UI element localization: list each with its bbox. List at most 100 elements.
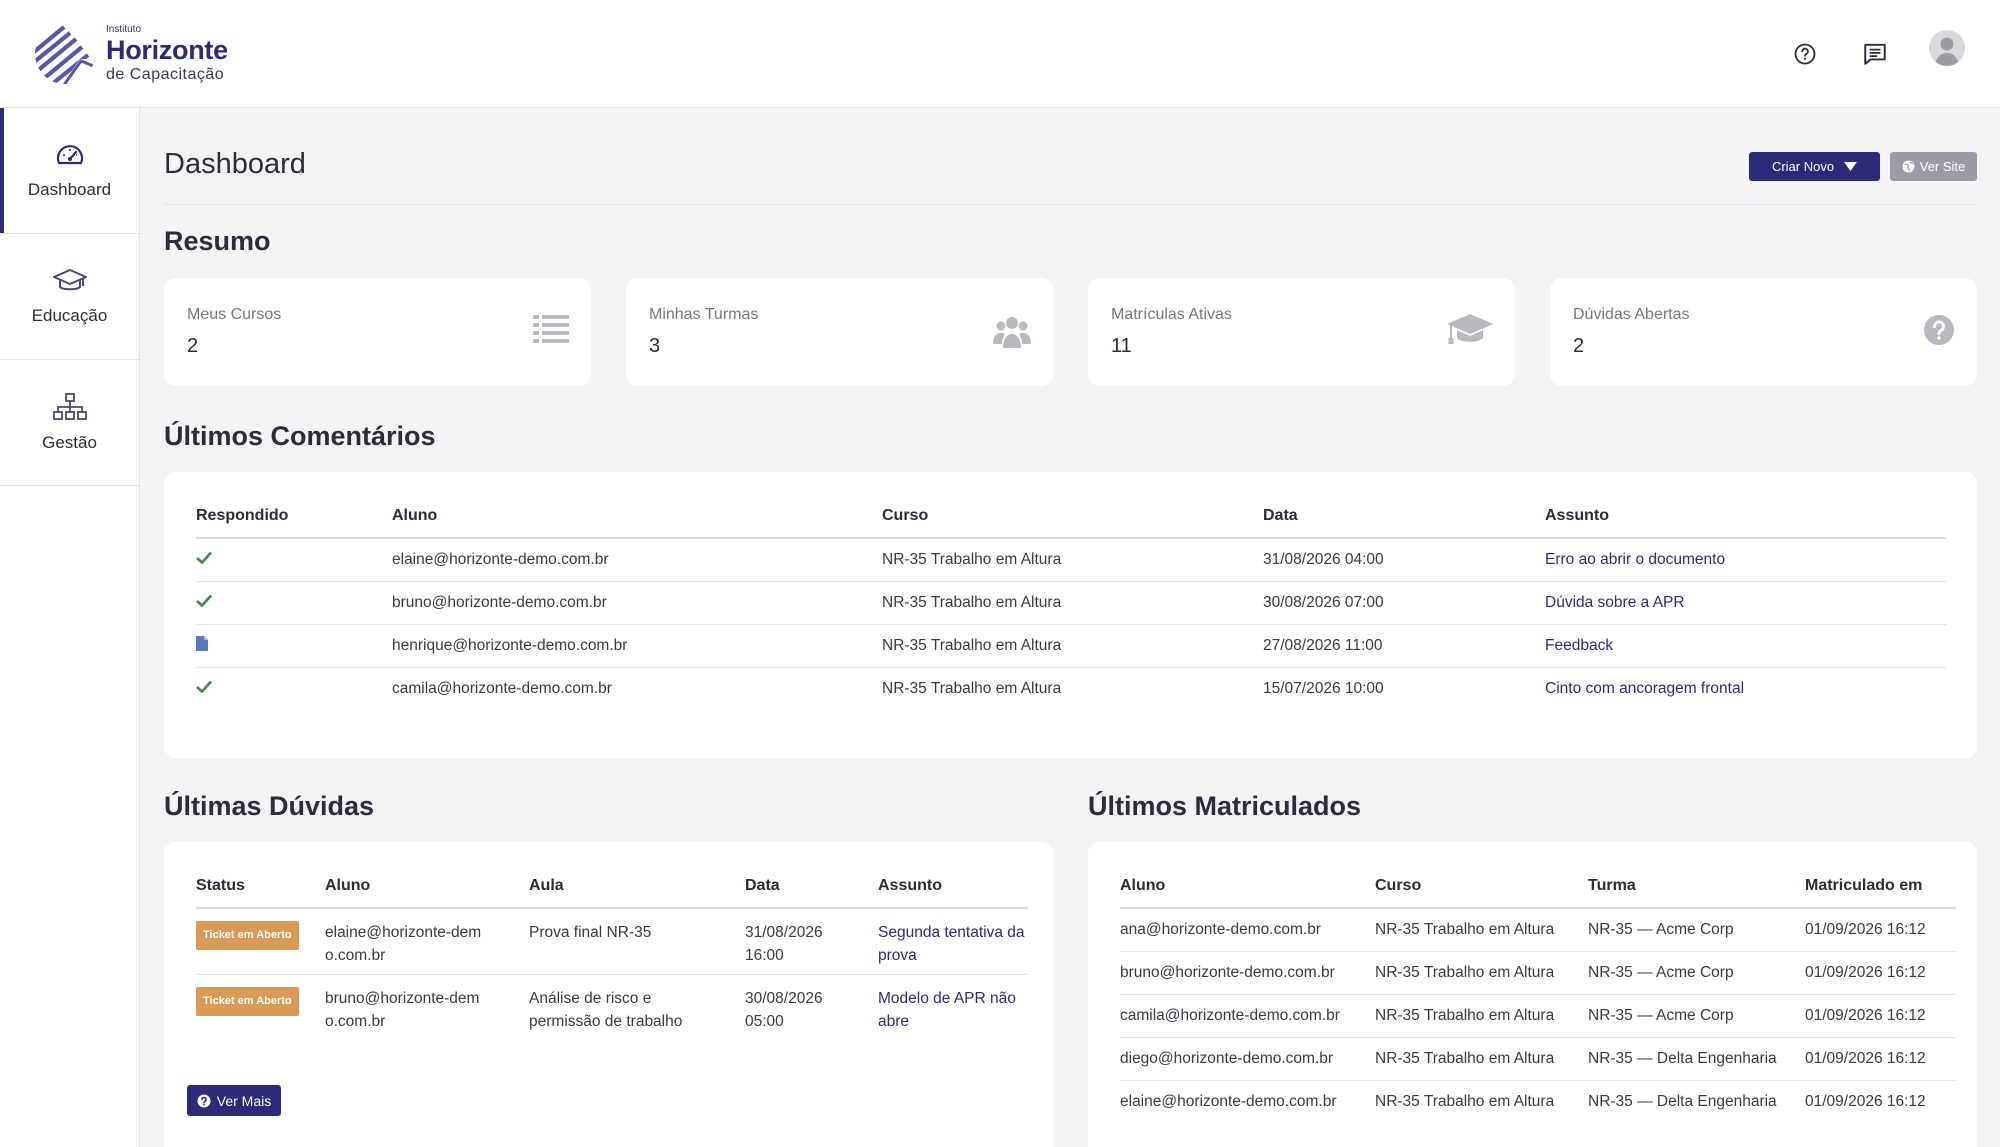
- enrolled-student: diego@horizonte-demo.com.br: [1120, 1037, 1375, 1081]
- comment-subject-link[interactable]: Dúvida sobre a APR: [1545, 581, 1946, 625]
- comment-date: 31/08/2026 04:00: [1263, 538, 1545, 582]
- user-silhouette-icon: [1935, 37, 1959, 66]
- comments-card: Respondido Aluno Curso Data Assunto elai…: [164, 472, 1977, 758]
- table-row[interactable]: camila@horizonte-demo.com.br NR-35 Traba…: [196, 667, 1946, 710]
- table-row[interactable]: Ticket em Aberto elaine@horizonte-demo.c…: [196, 908, 1028, 975]
- table-row[interactable]: ana@horizonte-demo.com.br NR-35 Trabalho…: [1120, 908, 1956, 952]
- table-row[interactable]: camila@horizonte-demo.com.br NR-35 Traba…: [1120, 994, 1956, 1038]
- see-more-button[interactable]: Ver Mais: [187, 1085, 281, 1116]
- doubt-student: bruno@horizonte-demo.com.br: [325, 989, 480, 1030]
- column-header: Data: [745, 865, 878, 909]
- doubts-table: Status Aluno Aula Data Assunto Ticket em…: [196, 865, 1028, 1040]
- check-icon: [196, 551, 213, 565]
- globe-icon: [1902, 160, 1915, 173]
- view-site-button[interactable]: Ver Site: [1890, 152, 1977, 181]
- table-row[interactable]: bruno@horizonte-demo.com.br NR-35 Trabal…: [196, 581, 1946, 625]
- enrolled-course: NR-35 Trabalho em Altura: [1375, 951, 1588, 995]
- comment-date: 27/08/2026 11:00: [1263, 624, 1545, 668]
- brand-small-text: Instituto: [106, 24, 142, 35]
- column-header: Curso: [882, 495, 1263, 539]
- enrolled-class: NR-35 — Delta Engenharia: [1588, 1092, 1777, 1110]
- stat-card-enrollments[interactable]: Matrículas Ativas 11: [1088, 278, 1515, 386]
- comment-student: camila@horizonte-demo.com.br: [392, 679, 612, 697]
- enrolled-date: 01/09/2026 16:12: [1805, 1037, 1956, 1081]
- brand-logo[interactable]: Instituto Horizonte de Capacitação: [34, 22, 228, 86]
- stat-card-doubts[interactable]: Dúvidas Abertas 2: [1550, 278, 1977, 386]
- enrolled-course: NR-35 Trabalho em Altura: [1375, 994, 1588, 1038]
- sidebar-item-gestao[interactable]: Gestão: [0, 360, 139, 486]
- comment-subject-link[interactable]: Erro ao abrir o documento: [1545, 538, 1946, 582]
- sidebar-item-label: Dashboard: [27, 179, 112, 199]
- table-row[interactable]: diego@horizonte-demo.com.br NR-35 Trabal…: [1120, 1037, 1956, 1081]
- doubt-subject-link[interactable]: Segunda tentativa da prova: [878, 908, 1028, 975]
- chat-icon: [1864, 43, 1886, 65]
- column-header: Turma: [1588, 865, 1805, 909]
- brand-name: Horizonte: [106, 35, 228, 65]
- stat-card-classes[interactable]: Minhas Turmas 3: [626, 278, 1053, 386]
- table-row[interactable]: henrique@horizonte-demo.com.br NR-35 Tra…: [196, 624, 1946, 668]
- enrolled-student: bruno@horizonte-demo.com.br: [1120, 951, 1375, 995]
- comment-student: elaine@horizonte-demo.com.br: [392, 538, 882, 582]
- comment-course: NR-35 Trabalho em Altura: [882, 538, 1263, 582]
- graduation-cap-icon: [1447, 314, 1493, 344]
- enrolled-date: 01/09/2026 16:12: [1805, 994, 1956, 1038]
- summary-title: Resumo: [164, 226, 271, 256]
- column-header: Assunto: [878, 865, 1028, 909]
- help-circle-icon: [1794, 43, 1816, 65]
- logo-icon: [35, 24, 95, 84]
- enrolled-class: NR-35 — Acme Corp: [1588, 908, 1805, 952]
- enrolled-student: camila@horizonte-demo.com.br: [1120, 994, 1375, 1038]
- comment-subject-link[interactable]: Cinto com ancoragem frontal: [1545, 667, 1946, 710]
- comment-course: NR-35 Trabalho em Altura: [882, 581, 1263, 625]
- stat-card-courses[interactable]: Meus Cursos 2: [164, 278, 591, 386]
- enrolled-class: NR-35 — Acme Corp: [1588, 994, 1805, 1038]
- doubt-lesson: Análise de risco e permissão de trabalho: [529, 989, 683, 1030]
- table-row[interactable]: elaine@horizonte-demo.com.br NR-35 Traba…: [1120, 1080, 1956, 1123]
- table-header-row: Aluno Curso Turma Matriculado em: [1120, 865, 1956, 909]
- table-row[interactable]: bruno@horizonte-demo.com.br NR-35 Trabal…: [1120, 951, 1956, 995]
- enrolled-course: NR-35 Trabalho em Altura: [1375, 1037, 1588, 1081]
- speedometer-icon: [56, 144, 83, 164]
- title-divider: [164, 204, 1976, 205]
- table-row[interactable]: Ticket em Aberto bruno@horizonte-demo.co…: [196, 974, 1028, 1040]
- stat-label: Matrículas Ativas: [1111, 306, 1232, 323]
- comments-title: Últimos Comentários: [164, 421, 436, 451]
- column-header: Data: [1263, 495, 1545, 539]
- sidebar-item-label: Educação: [31, 305, 108, 325]
- doubt-date: 30/08/2026 05:00: [745, 989, 823, 1030]
- top-bar: Instituto Horizonte de Capacitação: [0, 0, 2000, 108]
- user-avatar[interactable]: [1929, 30, 1965, 66]
- doubt-student: elaine@horizonte-demo.com.br: [325, 908, 529, 975]
- comments-table: Respondido Aluno Curso Data Assunto elai…: [196, 495, 1946, 710]
- messages-button[interactable]: [1855, 34, 1895, 74]
- comment-date: 15/07/2026 10:00: [1263, 679, 1384, 697]
- comment-date: 30/08/2026 07:00: [1263, 581, 1545, 625]
- table-row[interactable]: elaine@horizonte-demo.com.br NR-35 Traba…: [196, 538, 1946, 582]
- column-header: Matriculado em: [1805, 865, 1956, 909]
- enrolled-date: 01/09/2026 16:12: [1805, 908, 1956, 952]
- sidebar-item-educacao[interactable]: Educação: [0, 234, 139, 360]
- comment-subject-link[interactable]: Feedback: [1545, 624, 1946, 668]
- doubt-subject-link[interactable]: Modelo de APR não abre: [878, 974, 1028, 1040]
- column-header: Respondido: [196, 495, 392, 539]
- status-badge: Ticket em Aberto: [196, 986, 299, 1016]
- check-icon: [196, 680, 213, 694]
- column-header: Aula: [529, 865, 745, 909]
- comment-course: NR-35 Trabalho em Altura: [882, 624, 1263, 668]
- create-new-label: Criar Novo: [1771, 159, 1835, 174]
- sidebar-item-dashboard[interactable]: Dashboard: [0, 108, 139, 234]
- list-icon: [533, 315, 569, 343]
- stat-value: 11: [1111, 335, 1132, 357]
- table-header-row: Status Aluno Aula Data Assunto: [196, 865, 1028, 909]
- enrolled-date: 01/09/2026 16:12: [1805, 951, 1956, 995]
- check-icon: [196, 594, 213, 607]
- org-chart-icon: [52, 392, 87, 420]
- doubts-card: Status Aluno Aula Data Assunto Ticket em…: [164, 842, 1053, 1147]
- create-new-button[interactable]: Criar Novo: [1749, 152, 1880, 181]
- file-icon: [196, 635, 208, 651]
- doubt-date: 31/08/2026 16:00: [745, 908, 878, 975]
- status-badge: Ticket em Aberto: [196, 921, 299, 950]
- help-button[interactable]: [1785, 34, 1825, 74]
- comment-student: bruno@horizonte-demo.com.br: [392, 581, 882, 625]
- see-more-label: Ver Mais: [216, 1092, 272, 1109]
